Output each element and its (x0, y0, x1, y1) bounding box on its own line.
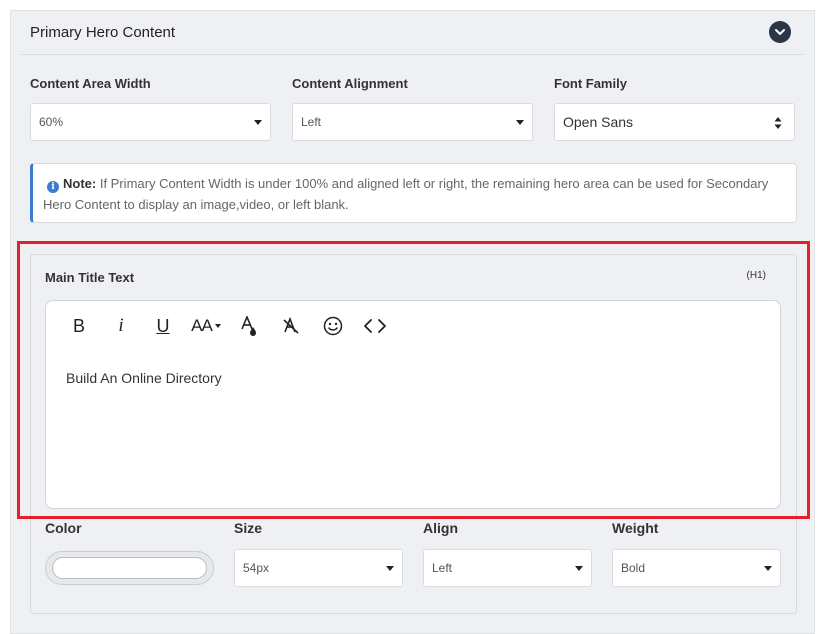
panel-header: Primary Hero Content (21, 11, 804, 55)
color-label: Color (45, 520, 82, 536)
align-select[interactable]: Left (423, 549, 592, 587)
chevron-down-icon (775, 29, 785, 35)
font-family-select[interactable]: Open Sans (554, 103, 795, 141)
size-value: 54px (243, 561, 270, 575)
align-label: Align (423, 520, 458, 536)
weight-label: Weight (612, 520, 659, 536)
size-label: Size (234, 520, 263, 536)
content-alignment-value: Left (301, 115, 322, 129)
note-text: If Primary Content Width is under 100% a… (43, 176, 769, 212)
note-lead: Note: (63, 176, 97, 191)
size-select[interactable]: 54px (234, 549, 403, 587)
content-alignment-label: Content Alignment (292, 76, 408, 91)
panel-title: Primary Hero Content (30, 24, 176, 41)
collapse-button[interactable] (769, 21, 791, 43)
content-area-width-select[interactable]: 60% (30, 103, 271, 141)
weight-value: Bold (621, 561, 646, 575)
info-icon: i (47, 181, 59, 193)
caret-down-icon (764, 566, 772, 571)
color-picker[interactable] (45, 551, 214, 585)
color-swatch (52, 557, 207, 579)
caret-down-icon (516, 120, 524, 125)
highlight-frame (17, 241, 810, 519)
font-family-label: Font Family (554, 76, 627, 91)
caret-down-icon (575, 566, 583, 571)
weight-select[interactable]: Bold (612, 549, 781, 587)
content-alignment-select[interactable]: Left (292, 103, 533, 141)
content-area-width-value: 60% (39, 115, 64, 129)
primary-hero-panel: Primary Hero Content Content Area Width … (10, 10, 815, 634)
align-value: Left (432, 561, 453, 575)
info-note: i Note: If Primary Content Width is under… (30, 163, 797, 223)
content-area-width-label: Content Area Width (30, 76, 151, 91)
font-family-value: Open Sans (563, 114, 634, 130)
caret-down-icon (386, 566, 394, 571)
caret-down-icon (254, 120, 262, 125)
sort-arrows-icon (774, 117, 782, 129)
